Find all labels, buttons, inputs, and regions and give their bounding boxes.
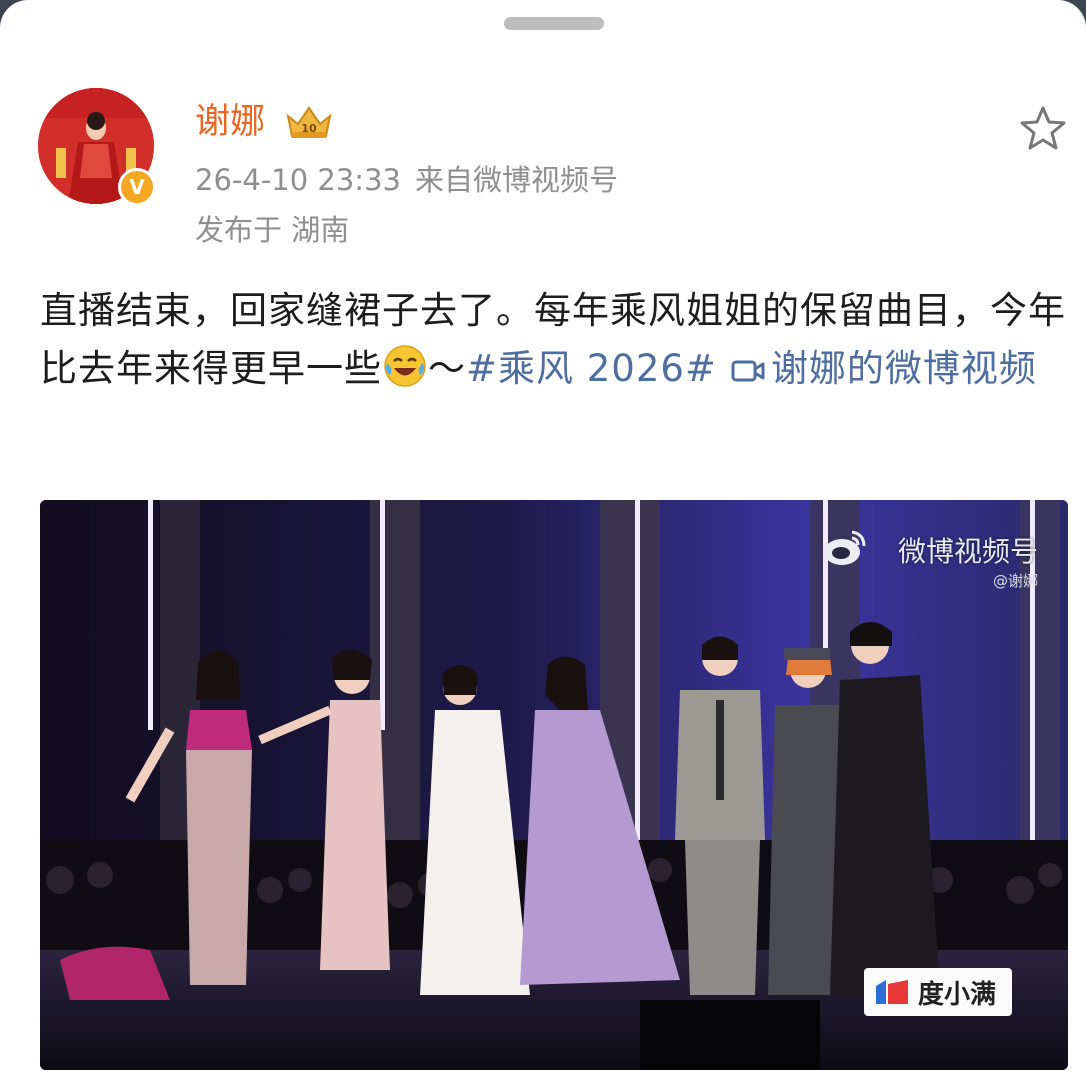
- username[interactable]: 谢娜: [195, 100, 265, 144]
- weibo-logo-icon: [824, 530, 866, 565]
- post-location: 发布于 湖南: [195, 213, 350, 247]
- sponsor-logo-text: 度小满: [918, 979, 997, 1010]
- crown-icon[interactable]: 10: [284, 102, 334, 142]
- video-watermark-handle: @谢娜: [992, 572, 1038, 590]
- video-watermark: 微博视频号: [897, 535, 1038, 568]
- video-icon[interactable]: [731, 357, 765, 385]
- svg-text:10: 10: [301, 122, 317, 135]
- tilde: ～: [428, 347, 466, 390]
- laughing-crying-emoji: [384, 345, 426, 387]
- drag-handle[interactable]: [504, 17, 604, 30]
- video-link[interactable]: 谢娜的微博视频: [771, 347, 1037, 390]
- sponsor-logo: 度小满: [864, 968, 1012, 1016]
- post-timestamp: 26-4-10 23:33: [195, 163, 401, 197]
- star-icon[interactable]: [1018, 104, 1068, 152]
- performer-5: [675, 636, 765, 995]
- post-source[interactable]: 来自微博视频号: [415, 163, 618, 197]
- post-detail-sheet: V 谢娜 10 26-4-10 23:33 来自微博视频号 发布于 湖南 直播结束…: [0, 0, 1086, 1080]
- video-player[interactable]: 微博视频号 @谢娜 度小满: [40, 500, 1068, 1070]
- duxiaoman-logo-icon: [876, 980, 908, 1004]
- post-text: 直播结束，回家缝裙子去了。每年乘风姐姐的保留曲目，今年比去年来得更早一些 ～#乘…: [40, 282, 1070, 398]
- hashtag-link[interactable]: #乘风 2026#: [466, 347, 717, 390]
- post-meta: 26-4-10 23:33 来自微博视频号: [195, 160, 618, 200]
- verified-badge-icon: V: [118, 168, 156, 206]
